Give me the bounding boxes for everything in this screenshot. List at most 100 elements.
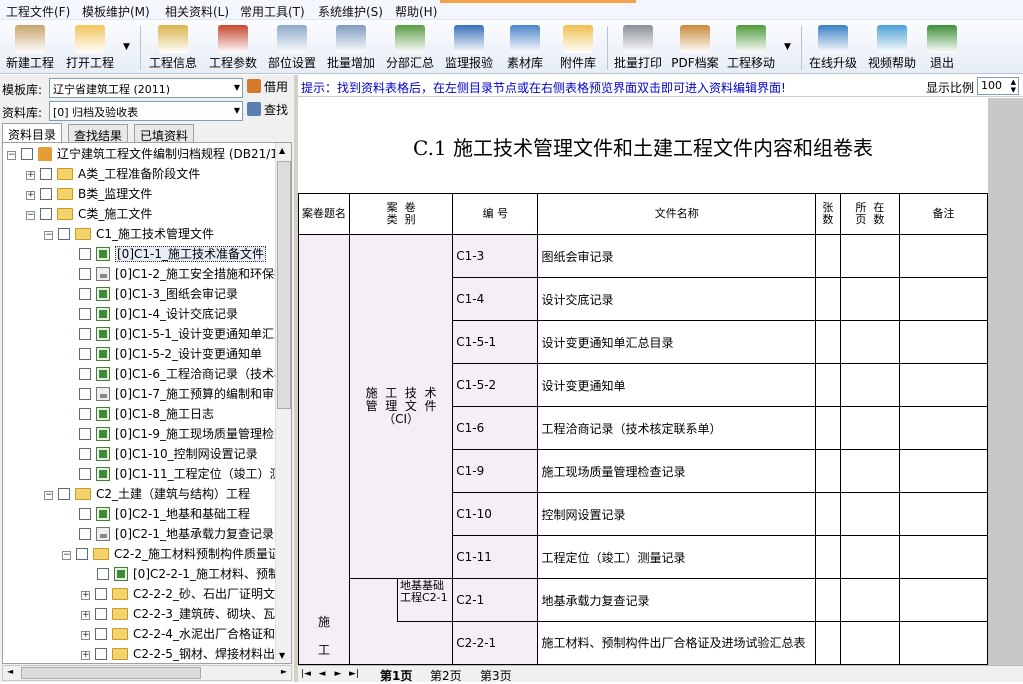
tree-checkbox[interactable] — [58, 228, 70, 240]
online-upgrade-button[interactable]: 在线升级 — [806, 22, 860, 72]
data-library-select[interactable]: [0] 归档及验收表 ▼ — [49, 101, 243, 121]
move-project-button[interactable]: 工程移动 — [724, 22, 778, 72]
expand-icon[interactable]: + — [81, 631, 90, 640]
supervision-button[interactable]: 监理报验 — [442, 22, 496, 72]
tree-leaf[interactable]: [0]C2-2-1_施工材料、预制 — [97, 565, 280, 585]
tree-leaf[interactable]: [0]C1-8_施工日志 — [79, 405, 214, 425]
spinner-arrows-icon[interactable]: ▲ ▼ — [1011, 78, 1016, 94]
tree-checkbox[interactable] — [79, 288, 91, 300]
tree-checkbox[interactable] — [95, 608, 107, 620]
tree-leaf[interactable]: [0]C1-1_施工技术准备文件 — [79, 245, 266, 265]
tree-checkbox[interactable] — [79, 428, 91, 440]
scroll-down-icon[interactable]: ▼ — [279, 651, 285, 660]
location-settings-button[interactable]: 部位设置 — [265, 22, 319, 72]
open-project-button[interactable]: 打开工程 — [62, 22, 118, 72]
tree-checkbox[interactable] — [79, 468, 91, 480]
tree-vertical-scrollbar[interactable]: ▲ ▼ — [275, 143, 291, 663]
menu-help[interactable]: 帮助(H) — [395, 3, 437, 20]
borrow-button[interactable]: 借用 — [247, 78, 288, 98]
tree-leaf[interactable]: [0]C1-3_图纸会审记录 — [79, 285, 238, 305]
expand-icon[interactable]: + — [81, 591, 90, 600]
expand-icon[interactable]: + — [26, 191, 35, 200]
tree-leaf[interactable]: [0]C2-1_地基和基础工程 — [79, 505, 250, 525]
exit-button[interactable]: 退出 — [923, 22, 961, 72]
scroll-right-icon[interactable]: ► — [281, 667, 287, 676]
next-page-icon[interactable]: ► — [332, 668, 344, 680]
search-button[interactable]: 查找 — [247, 101, 288, 121]
tree-checkbox[interactable] — [79, 508, 91, 520]
last-page-icon[interactable]: ►| — [348, 668, 360, 680]
tree-node-category-a[interactable]: + A类_工程准备阶段文件 — [26, 165, 200, 185]
expand-icon[interactable]: + — [81, 651, 90, 660]
tree-checkbox[interactable] — [97, 568, 109, 580]
document-page[interactable]: C.1 施工技术管理文件和土建工程文件内容和组卷表 案卷题名 案 卷 类 别 编… — [298, 98, 988, 665]
sheet-tab-1[interactable]: 第1页 — [376, 667, 416, 684]
collapse-icon[interactable]: − — [44, 491, 53, 500]
batch-print-button[interactable]: 批量打印 — [611, 22, 665, 72]
tree-checkbox[interactable] — [40, 188, 52, 200]
tree-leaf[interactable]: [0]C1-7_施工预算的编制和审查 — [79, 385, 286, 405]
menu-related[interactable]: 相关资料(L) — [165, 3, 229, 20]
menu-project-file[interactable]: 工程文件(F) — [6, 3, 70, 20]
tree-node[interactable]: + C2-2-4_水泥出厂合格证和 — [81, 625, 275, 645]
tree-node-c1[interactable]: − C1_施工技术管理文件 — [44, 225, 214, 245]
chevron-down-icon[interactable]: ▼ — [123, 42, 130, 52]
expand-icon[interactable]: + — [81, 611, 90, 620]
tree-leaf[interactable]: [0]C1-2_施工安全措施和环保措 — [79, 265, 286, 285]
tree-checkbox[interactable] — [79, 268, 91, 280]
tab-data-directory[interactable]: 资料目录 — [2, 123, 63, 142]
tree-checkbox[interactable] — [79, 248, 91, 260]
tree-node[interactable]: + C2-2-2_砂、石出厂证明文件 — [81, 585, 287, 605]
zoom-spinner[interactable]: 100 ▲ ▼ — [977, 77, 1019, 95]
tree-checkbox[interactable] — [40, 208, 52, 220]
tree-checkbox[interactable] — [95, 648, 107, 660]
menu-system[interactable]: 系统维护(S) — [318, 3, 383, 20]
tree-checkbox[interactable] — [95, 588, 107, 600]
tree-leaf[interactable]: [0]C1-4_设计交底记录 — [79, 305, 238, 325]
sheet-tab-3[interactable]: 第3页 — [476, 667, 516, 684]
project-info-button[interactable]: 工程信息 — [146, 22, 200, 72]
tab-filled-data[interactable]: 已填资料 — [134, 124, 195, 143]
sheet-tab-2[interactable]: 第2页 — [426, 667, 466, 684]
tree-checkbox[interactable] — [95, 628, 107, 640]
chevron-down-icon[interactable]: ▼ — [784, 42, 791, 52]
tree-checkbox[interactable] — [79, 328, 91, 340]
scrollbar-thumb[interactable] — [21, 667, 201, 679]
tree-leaf[interactable]: [0]C1-6_工程洽商记录（技术核 — [79, 365, 286, 385]
prev-page-icon[interactable]: ◄ — [316, 668, 328, 680]
tree-checkbox[interactable] — [79, 448, 91, 460]
collapse-icon[interactable]: − — [7, 151, 16, 160]
collapse-icon[interactable]: − — [26, 211, 35, 220]
tree-checkbox[interactable] — [79, 408, 91, 420]
collapse-icon[interactable]: − — [44, 231, 53, 240]
tree-checkbox[interactable] — [79, 388, 91, 400]
first-page-icon[interactable]: |◄ — [300, 668, 312, 680]
tree-leaf[interactable]: [0]C1-5-1_设计变更通知单汇总 — [79, 325, 286, 345]
expand-icon[interactable]: + — [26, 171, 35, 180]
tab-search-results[interactable]: 查找结果 — [68, 124, 129, 143]
chevron-down-icon[interactable]: ▼ — [234, 106, 240, 115]
scroll-left-icon[interactable]: ◄ — [7, 667, 13, 676]
pdf-archive-button[interactable]: PDF档案 — [669, 22, 721, 72]
tree-node[interactable]: + C2-2-5_钢材、焊接材料出 — [81, 645, 275, 663]
tree-leaf[interactable]: [0]C1-11_工程定位（竣工）测 — [79, 465, 282, 485]
batch-add-button[interactable]: 批量增加 — [324, 22, 378, 72]
tree-leaf[interactable]: [0]C1-10_控制网设置记录 — [79, 445, 258, 465]
scrollbar-thumb[interactable] — [277, 161, 291, 409]
tree-checkbox[interactable] — [79, 348, 91, 360]
tree-checkbox[interactable] — [58, 488, 70, 500]
template-select[interactable]: 辽宁省建筑工程 (2011) ▼ — [49, 78, 243, 98]
tree-node-category-b[interactable]: + B类_监理文件 — [26, 185, 152, 205]
tree-checkbox[interactable] — [79, 528, 91, 540]
tree-checkbox[interactable] — [21, 148, 33, 160]
tree-leaf[interactable]: [0]C1-9_施工现场质量管理检查 — [79, 425, 286, 445]
tree-node[interactable]: + C2-2-3_建筑砖、砌块、瓦 — [81, 605, 275, 625]
new-project-button[interactable]: 新建工程 — [4, 22, 56, 72]
scroll-up-icon[interactable]: ▲ — [279, 146, 285, 155]
tree-horizontal-scrollbar[interactable]: ◄ ► — [2, 665, 292, 681]
menu-tools[interactable]: 常用工具(T) — [240, 3, 305, 20]
tree-node-category-c[interactable]: − C类_施工文件 — [26, 205, 152, 225]
tree-node-c2[interactable]: − C2_土建（建筑与结构）工程 — [44, 485, 250, 505]
tree-checkbox[interactable] — [79, 368, 91, 380]
tree-leaf[interactable]: [0]C1-5-2_设计变更通知单 — [79, 345, 262, 365]
